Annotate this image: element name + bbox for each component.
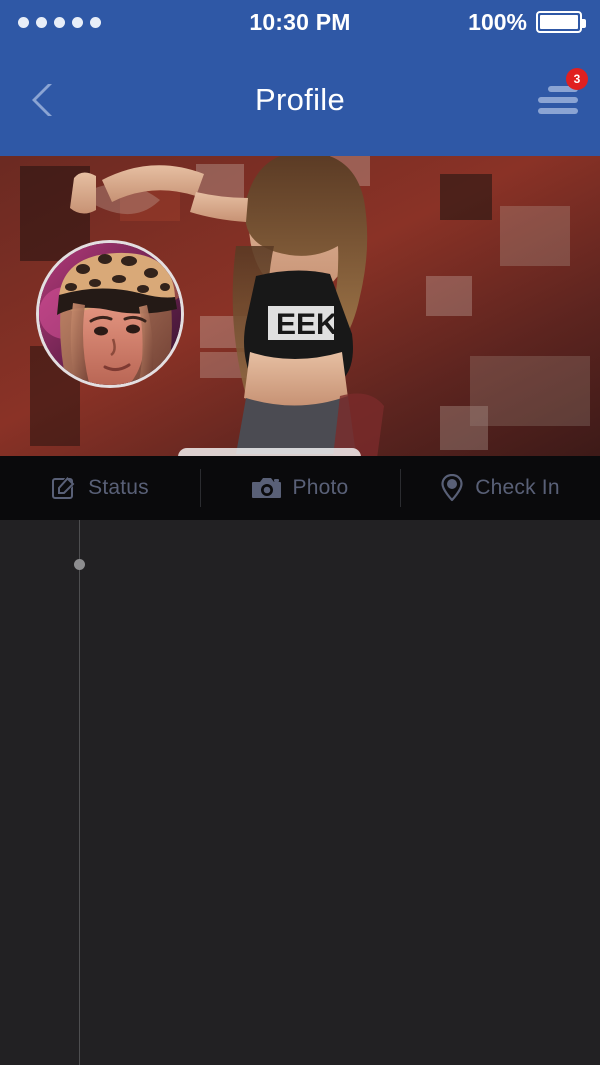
page-title: Profile [255,82,345,117]
signal-dot [54,16,65,28]
photo-action-button[interactable]: Photo [200,456,400,520]
timeline-dot [74,559,85,570]
compose-pencil-icon [52,477,75,499]
status-bar-right: 100% [468,8,586,36]
signal-dot [72,16,83,28]
cover-photo[interactable]: EEK [0,156,600,456]
svg-text:EEK: EEK [276,308,338,341]
notification-badge: 3 [566,68,588,90]
back-button[interactable] [22,77,62,123]
photo-action-label: Photo [292,476,349,499]
signal-strength-dots [18,16,101,28]
status-bar: 10:30 PM 100% [0,0,600,44]
timeline-feed: Alice Matos February 24 2hr ago Lorem ip… [0,520,600,1065]
signal-dot [36,16,47,28]
location-pin-icon [441,474,463,502]
profile-name-badge: Alice Matos [178,448,362,456]
signal-dot [18,16,29,28]
timeline-rail [79,520,80,1065]
hamburger-menu-icon[interactable]: 3 [532,68,588,120]
status-action-label: Status [88,476,149,499]
chevron-left-icon [32,84,52,116]
navigation-bar: Profile 3 [0,44,600,156]
checkin-action-label: Check In [475,476,560,499]
status-action-button[interactable]: Status [0,456,200,520]
profile-screen: 10:30 PM 100% Profile 3 EEK Status Photo… [0,0,600,1065]
battery-full-icon [536,11,586,33]
signal-dot [90,16,101,28]
profile-action-bar: Status Photo Check In [0,456,600,520]
camera-icon [251,478,281,498]
profile-avatar[interactable] [36,240,184,388]
checkin-action-button[interactable]: Check In [400,456,600,520]
profile-avatar-image [39,243,181,385]
battery-percent-label: 100% [468,8,527,35]
